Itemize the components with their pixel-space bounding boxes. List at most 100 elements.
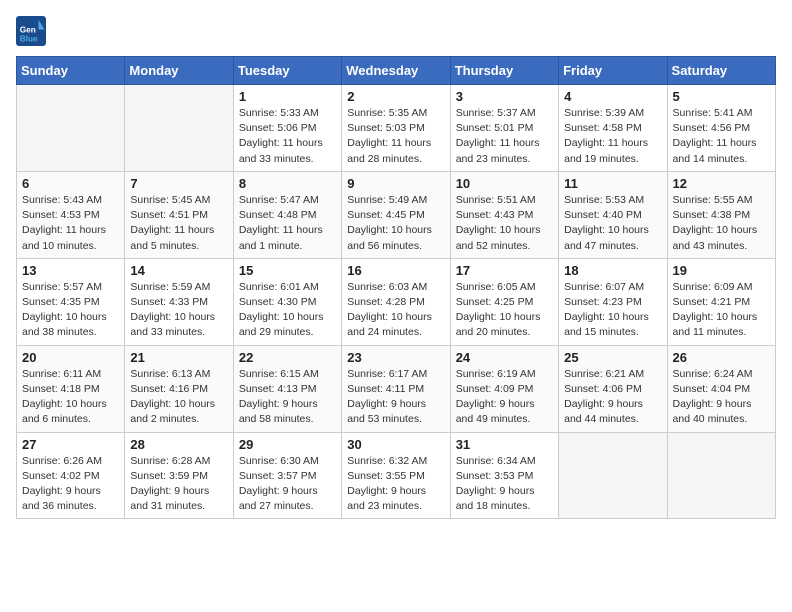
day-info: Sunrise: 5:37 AMSunset: 5:01 PMDaylight:…	[456, 106, 553, 167]
calendar-cell: 19 Sunrise: 6:09 AMSunset: 4:21 PMDayligh…	[667, 258, 775, 345]
day-number: 29	[239, 437, 336, 452]
svg-text:Blue: Blue	[20, 35, 38, 44]
day-info: Sunrise: 6:32 AMSunset: 3:55 PMDaylight:…	[347, 454, 444, 515]
day-info: Sunrise: 6:26 AMSunset: 4:02 PMDaylight:…	[22, 454, 119, 515]
day-info: Sunrise: 6:07 AMSunset: 4:23 PMDaylight:…	[564, 280, 661, 341]
page-header: Gen Blue	[16, 16, 776, 46]
calendar-cell: 15 Sunrise: 6:01 AMSunset: 4:30 PMDayligh…	[233, 258, 341, 345]
calendar-cell: 25 Sunrise: 6:21 AMSunset: 4:06 PMDayligh…	[559, 345, 667, 432]
calendar-week-2: 13Sunrise: 5:57 AMSunset: 4:35 PMDayligh…	[17, 258, 776, 345]
day-info: Sunrise: 5:35 AMSunset: 5:03 PMDaylight:…	[347, 106, 444, 167]
calendar-cell: 26 Sunrise: 6:24 AMSunset: 4:04 PMDayligh…	[667, 345, 775, 432]
calendar-cell: 2 Sunrise: 5:35 AMSunset: 5:03 PMDaylight…	[342, 85, 450, 172]
day-number: 27	[22, 437, 119, 452]
day-info: Sunrise: 6:24 AMSunset: 4:04 PMDaylight:…	[673, 367, 770, 428]
svg-text:Gen: Gen	[20, 26, 36, 35]
calendar-cell	[667, 432, 775, 519]
calendar-cell: 21Sunrise: 6:13 AMSunset: 4:16 PMDayligh…	[125, 345, 233, 432]
calendar-cell: 18 Sunrise: 6:07 AMSunset: 4:23 PMDayligh…	[559, 258, 667, 345]
day-number: 12	[673, 176, 770, 191]
calendar-cell: 27 Sunrise: 6:26 AMSunset: 4:02 PMDayligh…	[17, 432, 125, 519]
calendar-cell: 28Sunrise: 6:28 AMSunset: 3:59 PMDayligh…	[125, 432, 233, 519]
calendar-cell: 30 Sunrise: 6:32 AMSunset: 3:55 PMDayligh…	[342, 432, 450, 519]
day-number: 9	[347, 176, 444, 191]
calendar-header-row: SundayMondayTuesdayWednesdayThursdayFrid…	[17, 57, 776, 85]
day-info: Sunrise: 6:17 AMSunset: 4:11 PMDaylight:…	[347, 367, 444, 428]
day-info: Sunrise: 5:59 AMSunset: 4:33 PMDaylight:…	[130, 280, 227, 341]
day-info: Sunrise: 6:28 AMSunset: 3:59 PMDaylight:…	[130, 454, 227, 515]
logo-icon: Gen Blue	[16, 16, 46, 46]
day-info: Sunrise: 6:21 AMSunset: 4:06 PMDaylight:…	[564, 367, 661, 428]
day-info: Sunrise: 5:45 AMSunset: 4:51 PMDaylight:…	[130, 193, 227, 254]
calendar-cell	[559, 432, 667, 519]
calendar-cell: 23 Sunrise: 6:17 AMSunset: 4:11 PMDayligh…	[342, 345, 450, 432]
calendar-cell	[17, 85, 125, 172]
day-info: Sunrise: 6:13 AMSunset: 4:16 PMDaylight:…	[130, 367, 227, 428]
day-number: 16	[347, 263, 444, 278]
day-number: 23	[347, 350, 444, 365]
day-number: 6	[22, 176, 119, 191]
day-info: Sunrise: 5:47 AMSunset: 4:48 PMDaylight:…	[239, 193, 336, 254]
calendar-cell: 3 Sunrise: 5:37 AMSunset: 5:01 PMDaylight…	[450, 85, 558, 172]
day-number: 2	[347, 89, 444, 104]
day-number: 25	[564, 350, 661, 365]
day-number: 19	[673, 263, 770, 278]
calendar-cell: 11Sunrise: 5:53 AMSunset: 4:40 PMDayligh…	[559, 171, 667, 258]
calendar-cell: 22Sunrise: 6:15 AMSunset: 4:13 PMDayligh…	[233, 345, 341, 432]
calendar-cell: 10 Sunrise: 5:51 AMSunset: 4:43 PMDayligh…	[450, 171, 558, 258]
calendar-cell	[125, 85, 233, 172]
day-number: 26	[673, 350, 770, 365]
col-header-sunday: Sunday	[17, 57, 125, 85]
day-info: Sunrise: 6:11 AMSunset: 4:18 PMDaylight:…	[22, 367, 119, 428]
day-info: Sunrise: 5:43 AMSunset: 4:53 PMDaylight:…	[22, 193, 119, 254]
day-info: Sunrise: 6:03 AMSunset: 4:28 PMDaylight:…	[347, 280, 444, 341]
day-number: 22	[239, 350, 336, 365]
day-info: Sunrise: 6:01 AMSunset: 4:30 PMDaylight:…	[239, 280, 336, 341]
col-header-tuesday: Tuesday	[233, 57, 341, 85]
calendar-table: SundayMondayTuesdayWednesdayThursdayFrid…	[16, 56, 776, 519]
calendar-cell: 20Sunrise: 6:11 AMSunset: 4:18 PMDayligh…	[17, 345, 125, 432]
calendar-week-3: 20Sunrise: 6:11 AMSunset: 4:18 PMDayligh…	[17, 345, 776, 432]
day-info: Sunrise: 6:05 AMSunset: 4:25 PMDaylight:…	[456, 280, 553, 341]
calendar-cell: 7 Sunrise: 5:45 AMSunset: 4:51 PMDaylight…	[125, 171, 233, 258]
day-number: 18	[564, 263, 661, 278]
day-number: 8	[239, 176, 336, 191]
calendar-week-1: 6 Sunrise: 5:43 AMSunset: 4:53 PMDaylight…	[17, 171, 776, 258]
calendar-cell: 4 Sunrise: 5:39 AMSunset: 4:58 PMDaylight…	[559, 85, 667, 172]
day-info: Sunrise: 5:55 AMSunset: 4:38 PMDaylight:…	[673, 193, 770, 254]
day-number: 14	[130, 263, 227, 278]
day-info: Sunrise: 5:53 AMSunset: 4:40 PMDaylight:…	[564, 193, 661, 254]
day-number: 13	[22, 263, 119, 278]
day-info: Sunrise: 5:33 AMSunset: 5:06 PMDaylight:…	[239, 106, 336, 167]
day-number: 10	[456, 176, 553, 191]
day-number: 30	[347, 437, 444, 452]
day-info: Sunrise: 5:39 AMSunset: 4:58 PMDaylight:…	[564, 106, 661, 167]
day-info: Sunrise: 6:09 AMSunset: 4:21 PMDaylight:…	[673, 280, 770, 341]
day-number: 4	[564, 89, 661, 104]
day-info: Sunrise: 6:30 AMSunset: 3:57 PMDaylight:…	[239, 454, 336, 515]
col-header-saturday: Saturday	[667, 57, 775, 85]
col-header-monday: Monday	[125, 57, 233, 85]
calendar-cell: 31Sunrise: 6:34 AMSunset: 3:53 PMDayligh…	[450, 432, 558, 519]
calendar-cell: 6 Sunrise: 5:43 AMSunset: 4:53 PMDaylight…	[17, 171, 125, 258]
day-number: 24	[456, 350, 553, 365]
day-info: Sunrise: 5:51 AMSunset: 4:43 PMDaylight:…	[456, 193, 553, 254]
day-number: 15	[239, 263, 336, 278]
col-header-friday: Friday	[559, 57, 667, 85]
calendar-cell: 8 Sunrise: 5:47 AMSunset: 4:48 PMDaylight…	[233, 171, 341, 258]
day-number: 7	[130, 176, 227, 191]
logo: Gen Blue	[16, 16, 50, 46]
day-number: 3	[456, 89, 553, 104]
day-info: Sunrise: 5:49 AMSunset: 4:45 PMDaylight:…	[347, 193, 444, 254]
calendar-cell: 17 Sunrise: 6:05 AMSunset: 4:25 PMDayligh…	[450, 258, 558, 345]
calendar-cell: 29 Sunrise: 6:30 AMSunset: 3:57 PMDayligh…	[233, 432, 341, 519]
col-header-wednesday: Wednesday	[342, 57, 450, 85]
calendar-cell: 1Sunrise: 5:33 AMSunset: 5:06 PMDaylight…	[233, 85, 341, 172]
day-number: 17	[456, 263, 553, 278]
calendar-cell: 13Sunrise: 5:57 AMSunset: 4:35 PMDayligh…	[17, 258, 125, 345]
calendar-week-0: 1Sunrise: 5:33 AMSunset: 5:06 PMDaylight…	[17, 85, 776, 172]
day-info: Sunrise: 6:19 AMSunset: 4:09 PMDaylight:…	[456, 367, 553, 428]
calendar-cell: 5Sunrise: 5:41 AMSunset: 4:56 PMDaylight…	[667, 85, 775, 172]
day-info: Sunrise: 5:41 AMSunset: 4:56 PMDaylight:…	[673, 106, 770, 167]
calendar-cell: 14 Sunrise: 5:59 AMSunset: 4:33 PMDayligh…	[125, 258, 233, 345]
